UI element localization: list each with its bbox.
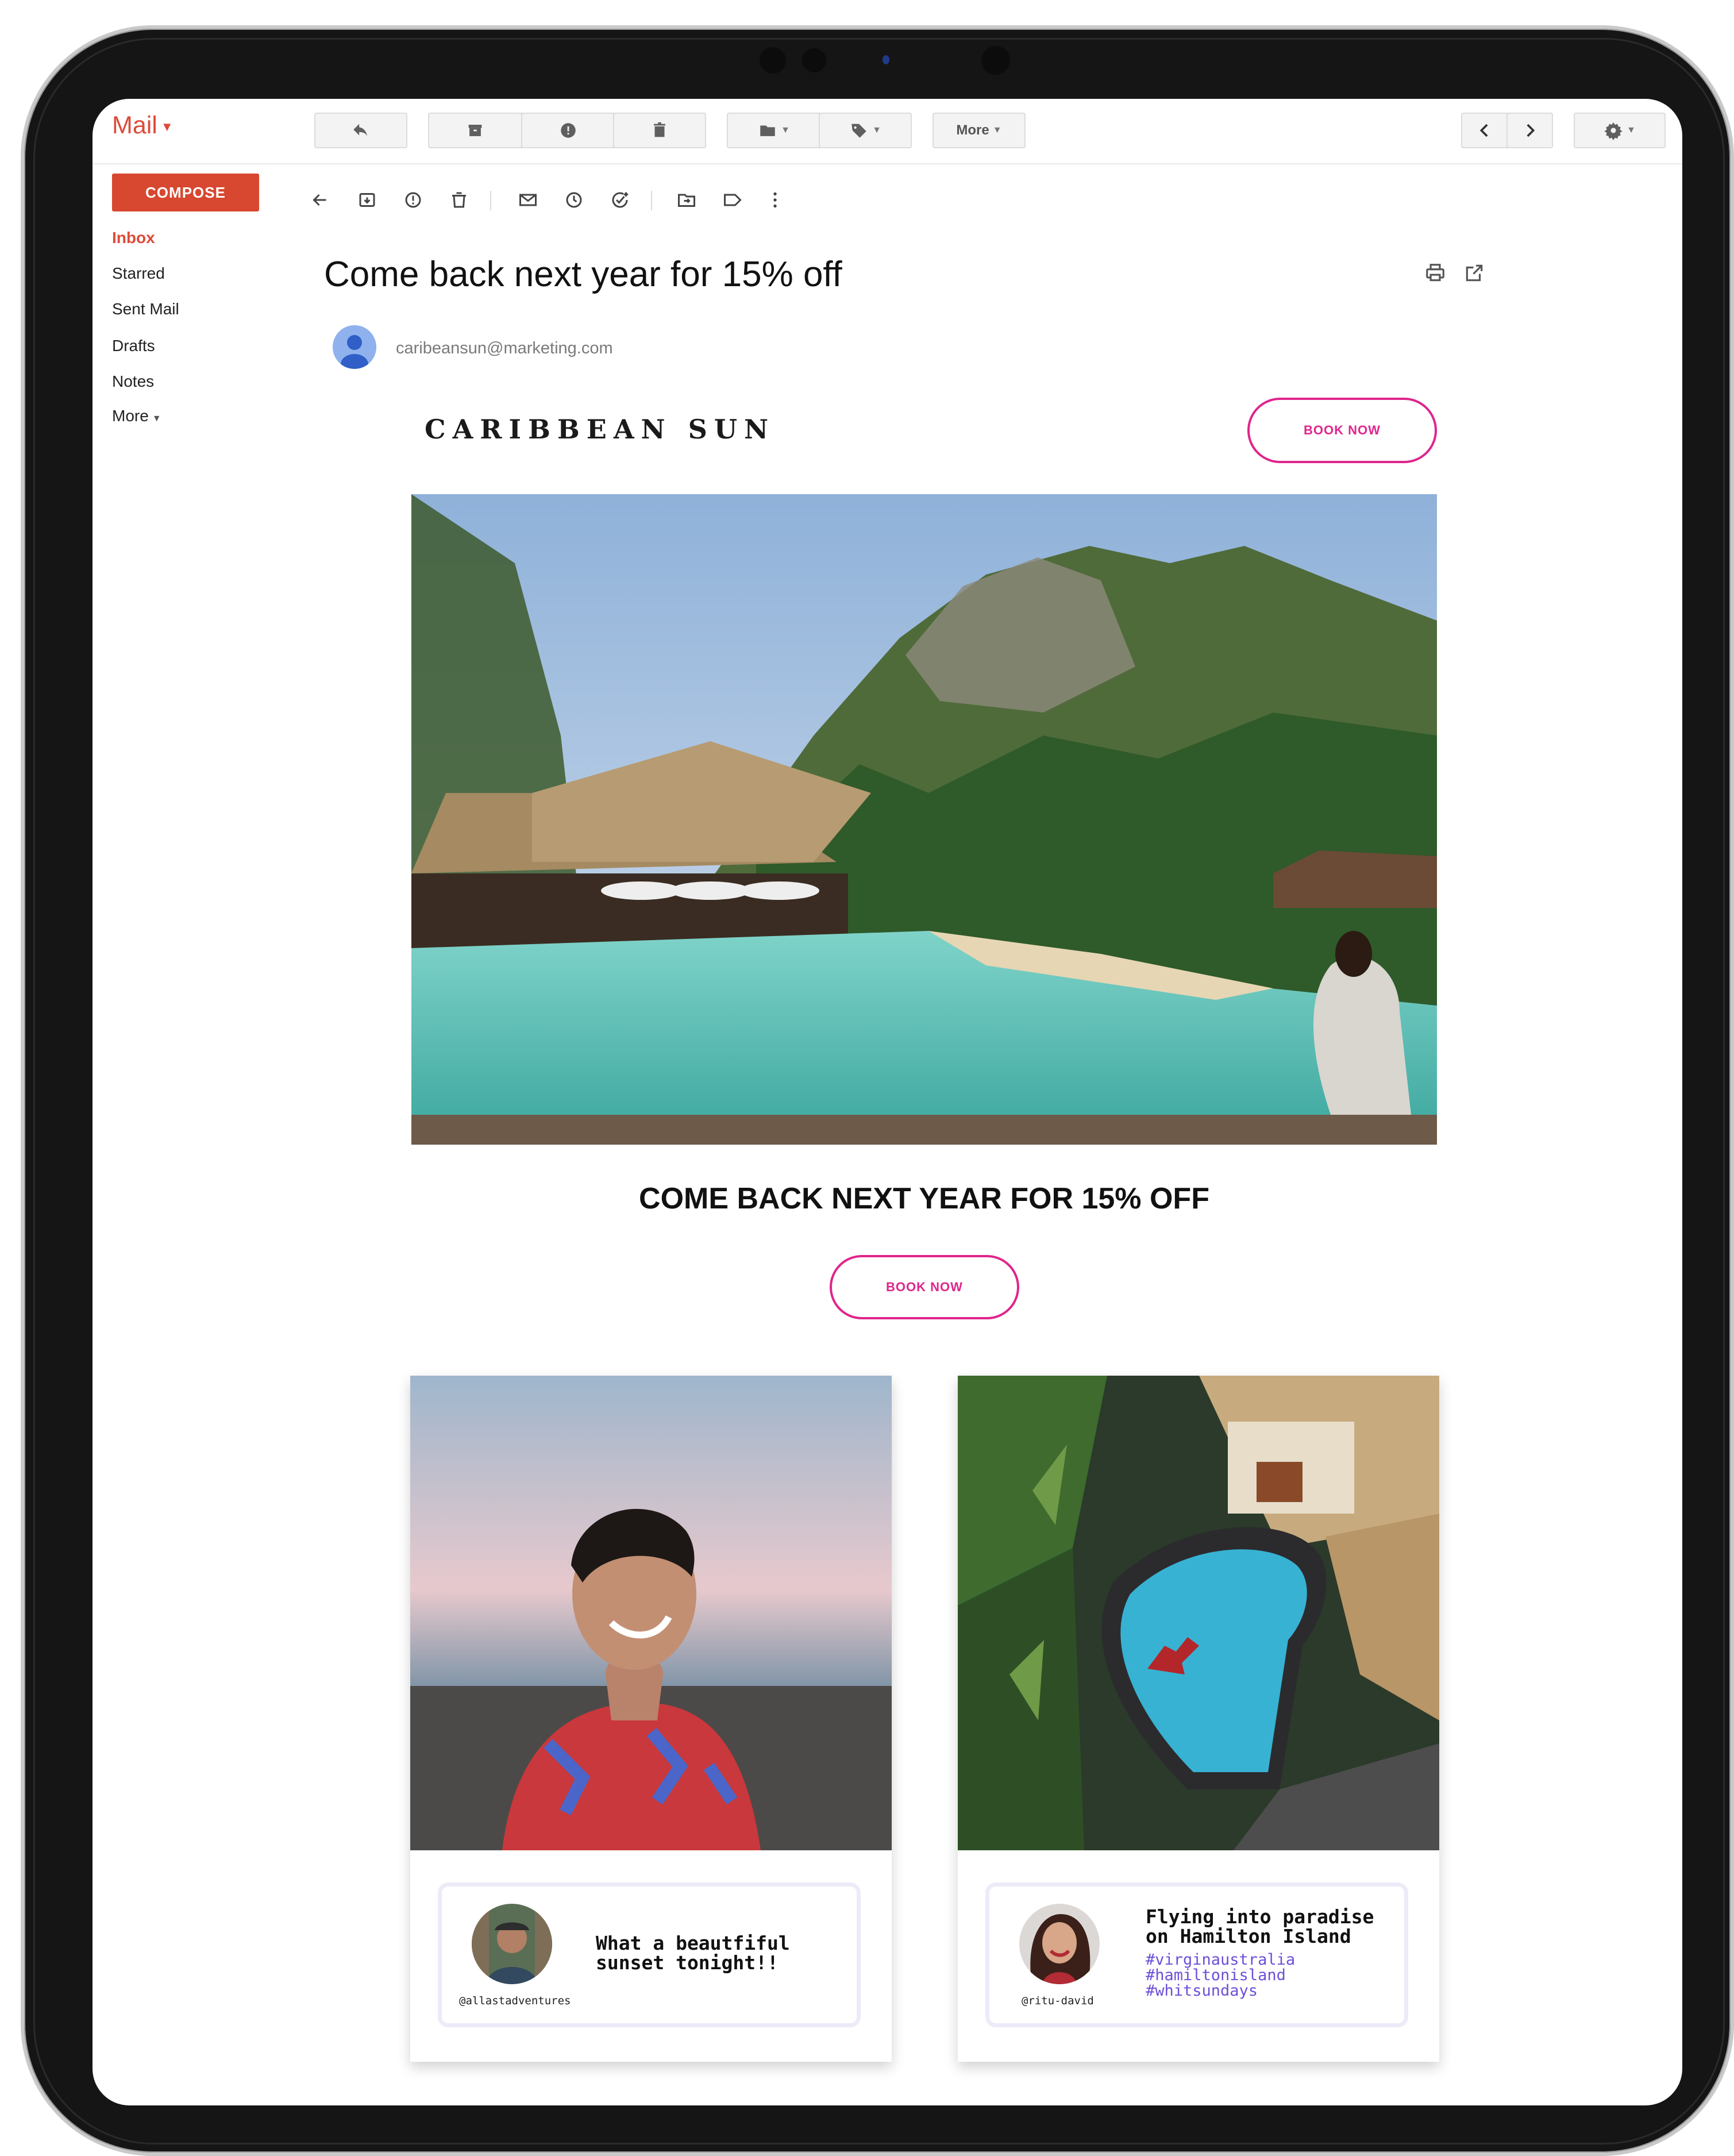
brand-logo: CARIBBEAN SUN (425, 414, 776, 445)
reply-icon (353, 124, 368, 136)
reply-button[interactable] (314, 113, 407, 148)
next-button[interactable] (1508, 113, 1553, 148)
more-actions-button[interactable]: More ▼ (932, 113, 1026, 148)
delete-action[interactable] (449, 190, 469, 210)
chevron-down-icon: ▼ (152, 414, 161, 424)
post-caption-box: @ritu-david Flying into paradise on Hami… (985, 1882, 1408, 2027)
action-divider (490, 191, 491, 210)
add-task-action[interactable] (610, 190, 630, 210)
print-button[interactable] (1424, 262, 1446, 284)
hashtag-link[interactable]: #hamiltonisland (1146, 1968, 1295, 1983)
archive-icon (468, 125, 482, 136)
offer-headline: COME BACK NEXT YEAR FOR 15% OFF (639, 1182, 1209, 1215)
labels-button[interactable]: ▼ (820, 113, 912, 148)
post-caption: Flying into paradise on Hamilton Island (1146, 1907, 1374, 1946)
book-now-button-top[interactable]: BOOK NOW (1247, 398, 1437, 463)
camera-indicator-icon (883, 55, 889, 64)
label-action[interactable] (722, 190, 743, 210)
social-post-card: @allastadventures What a beautfiful suns… (410, 1376, 892, 2062)
post-caption-box: @allastadventures What a beautfiful suns… (438, 1882, 861, 2027)
post-caption-line: on Hamilton Island (1146, 1925, 1351, 1947)
hashtag-link[interactable]: #virginaustralia (1146, 1952, 1295, 1968)
nav-more[interactable]: More ▼ (112, 407, 161, 425)
sender-email: caribeansun@marketing.com (396, 339, 613, 357)
archive-icon (359, 193, 375, 207)
more-options-action[interactable] (765, 190, 785, 210)
sensor-dot (802, 48, 826, 72)
report-spam-action[interactable] (403, 190, 423, 210)
nav-inbox[interactable]: Inbox (112, 229, 155, 247)
post-caption: What a beautfiful sunset tonight!! (596, 1934, 790, 1973)
hashtag-link[interactable]: #whitsundays (1146, 1983, 1295, 1999)
report-spam-button[interactable] (522, 113, 614, 148)
nav-notes[interactable]: Notes (112, 372, 154, 391)
gear-icon (1604, 122, 1623, 140)
mark-unread-action[interactable] (518, 190, 538, 210)
nav-starred[interactable]: Starred (112, 264, 165, 283)
mail-logo-text: Mail (112, 111, 157, 139)
post-hashtags: #virginaustralia #hamiltonisland #whitsu… (1146, 1952, 1295, 1999)
mail-logo[interactable]: Mail ▼ (112, 111, 174, 140)
nav-more-label: More (112, 407, 149, 425)
social-post-card: @ritu-david Flying into paradise on Hami… (958, 1376, 1439, 2062)
sensor-dot (981, 46, 1010, 75)
top-toolbar: Mail ▼ ▼ ▼ More ▼ ▼ (93, 99, 1682, 164)
external-link-icon (1466, 264, 1483, 282)
chevron-down-icon: ▼ (160, 119, 174, 134)
envelope-icon (519, 194, 537, 206)
trash-icon (654, 122, 665, 137)
snooze-action[interactable] (564, 190, 584, 210)
email-subject: Come back next year for 15% off (324, 255, 842, 294)
chevron-down-icon: ▼ (872, 125, 881, 135)
move-folder-icon (678, 194, 695, 207)
user-avatar[interactable] (1019, 1904, 1100, 1984)
post-caption-line: Flying into paradise (1146, 1905, 1374, 1928)
chevron-left-icon (1479, 124, 1488, 137)
front-camera (760, 47, 786, 74)
label-icon (724, 194, 742, 206)
person-icon (333, 325, 376, 369)
mail-screen: Mail ▼ ▼ ▼ More ▼ ▼ COMPOSE Inbox Starre… (93, 99, 1682, 2105)
open-new-window-button[interactable] (1463, 262, 1485, 284)
nav-drafts[interactable]: Drafts (112, 337, 155, 355)
sender-avatar[interactable] (333, 325, 376, 369)
settings-button[interactable]: ▼ (1574, 113, 1666, 148)
action-divider (651, 191, 652, 210)
move-to-action[interactable] (676, 190, 697, 210)
add-task-icon (612, 192, 629, 208)
post-caption-line: What a beautfiful (596, 1932, 790, 1954)
move-to-button[interactable]: ▼ (727, 113, 820, 148)
user-avatar[interactable] (472, 1904, 552, 1984)
previous-button[interactable] (1461, 113, 1507, 148)
post-handle[interactable]: @ritu-david (1022, 1995, 1094, 2007)
spam-icon (561, 123, 576, 138)
archive-action[interactable] (357, 190, 377, 210)
label-tag-icon (851, 124, 866, 138)
archive-button[interactable] (428, 113, 521, 148)
delete-button[interactable] (614, 113, 706, 148)
post-handle[interactable]: @allastadventures (459, 1995, 571, 2007)
compose-button[interactable]: COMPOSE (112, 174, 259, 211)
arrow-left-icon (313, 194, 326, 206)
printer-icon (1426, 264, 1444, 282)
chevron-right-icon (1526, 124, 1535, 137)
more-actions-label: More (956, 122, 989, 138)
clock-icon (566, 192, 582, 208)
nav-sent-mail[interactable]: Sent Mail (112, 300, 179, 318)
chevron-down-icon: ▼ (781, 125, 790, 135)
post-photo-pool-aerial (958, 1376, 1439, 1850)
back-button[interactable] (310, 190, 330, 210)
book-now-button-main[interactable]: BOOK NOW (830, 1255, 1019, 1319)
folder-icon (760, 125, 775, 136)
chevron-down-icon: ▼ (1627, 125, 1636, 135)
vertical-dots-icon (773, 192, 777, 208)
spam-icon (405, 192, 421, 208)
chevron-down-icon: ▼ (992, 125, 1002, 135)
post-caption-line: sunset tonight!! (596, 1951, 779, 1974)
resort-hero-photo (411, 494, 1437, 1145)
post-photo-man-smiling (410, 1376, 892, 1850)
trash-icon (452, 192, 466, 208)
